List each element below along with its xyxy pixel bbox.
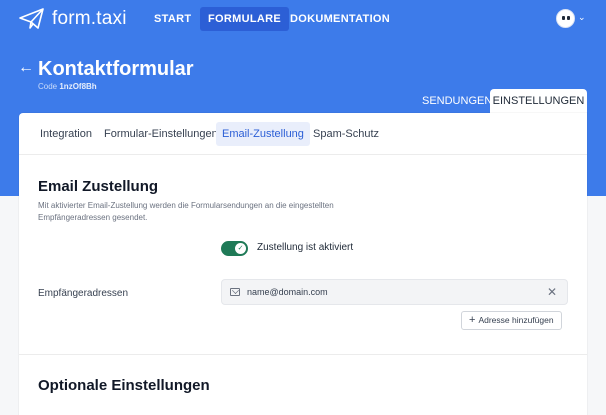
email-section-title: Email Zustellung — [38, 178, 159, 195]
delivery-toggle-label: Zustellung ist aktiviert — [257, 242, 354, 253]
chevron-down-icon[interactable]: ⌄ — [578, 12, 586, 23]
nav-start[interactable]: START — [146, 7, 199, 31]
section-divider — [19, 354, 587, 355]
subtab-spam-schutz[interactable]: Spam-Schutz — [307, 122, 385, 146]
delivery-toggle[interactable]: ✓ — [221, 241, 248, 256]
plus-icon: + — [469, 314, 476, 326]
tab-einstellungen[interactable]: EINSTELLUNGEN — [490, 89, 587, 113]
form-code: Code 1nzOf8Bh — [38, 82, 97, 91]
avatar[interactable] — [556, 9, 575, 28]
recipient-email-value: name@domain.com — [247, 287, 328, 297]
email-section-description: Mit aktivierter Email-Zustellung werden … — [38, 201, 334, 222]
avatar-eye-icon — [567, 16, 570, 20]
settings-card: Integration Formular-Einstellungen Email… — [19, 113, 587, 415]
recipients-label: Empfängeradressen — [38, 288, 129, 299]
mail-icon — [230, 288, 240, 296]
add-address-label: Adresse hinzufügen — [478, 315, 554, 325]
subtab-integration[interactable]: Integration — [34, 122, 98, 146]
form-code-value: 1nzOf8Bh — [59, 82, 97, 91]
subtab-email-zustellung[interactable]: Email-Zustellung — [216, 122, 310, 146]
back-arrow-icon[interactable]: ← — [18, 59, 34, 77]
subtab-formular-einstellungen[interactable]: Formular-Einstellungen — [98, 122, 224, 146]
main-nav: START FORMULARE DOKUMENTATION — [0, 7, 606, 31]
nav-formulare[interactable]: FORMULARE — [200, 7, 289, 31]
close-icon[interactable]: ✕ — [547, 280, 557, 304]
nav-dokumentation[interactable]: DOKUMENTATION — [282, 7, 398, 31]
optional-section-title: Optionale Einstellungen — [38, 377, 210, 394]
check-icon: ✓ — [235, 243, 246, 254]
subtab-bar: Integration Formular-Einstellungen Email… — [19, 113, 587, 155]
recipient-email-field[interactable]: name@domain.com ✕ — [221, 279, 568, 305]
add-address-button[interactable]: + Adresse hinzufügen — [461, 311, 562, 330]
tab-sendungen[interactable]: SENDUNGEN — [413, 89, 501, 113]
avatar-eye-icon — [562, 16, 565, 20]
page-title: Kontaktformular — [38, 58, 194, 80]
form-code-label: Code — [38, 82, 58, 91]
